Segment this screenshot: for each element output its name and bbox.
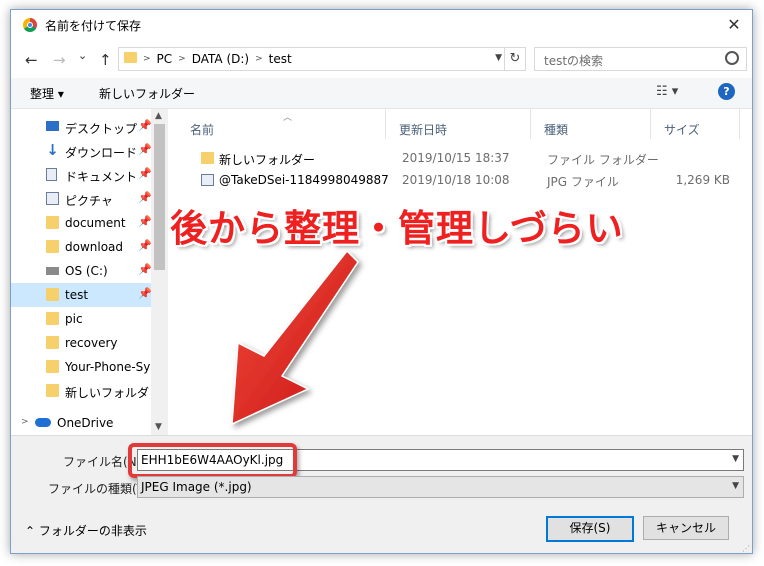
annotation-text: 後から整理・管理しづらい [170, 207, 624, 250]
arrow-icon [231, 249, 359, 426]
annotation-arrow [231, 249, 359, 426]
